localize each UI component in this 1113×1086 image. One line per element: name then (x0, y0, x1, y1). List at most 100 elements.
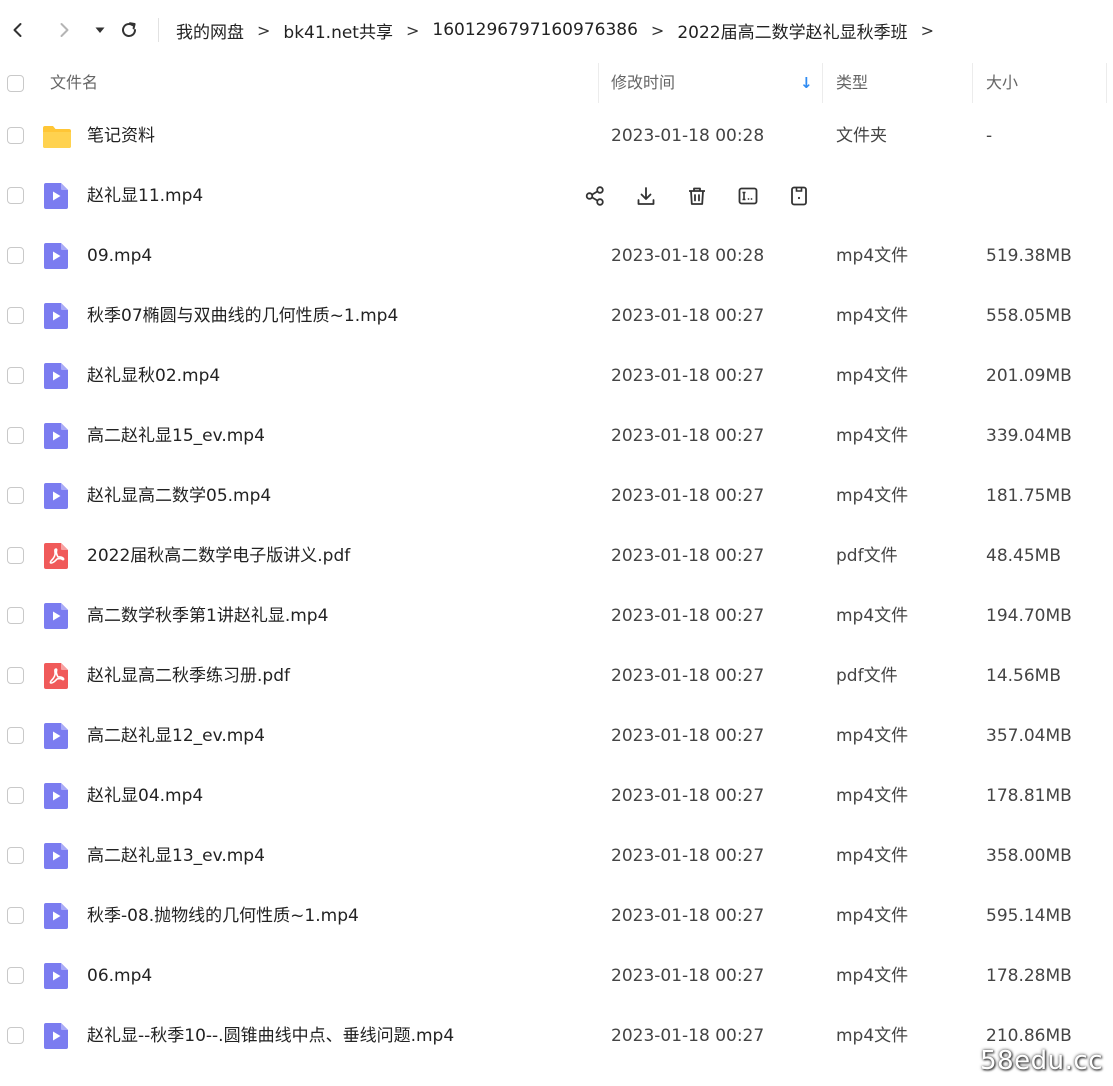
file-type: mp4文件 (836, 306, 909, 326)
row-checkbox[interactable] (7, 367, 24, 384)
column-header-name[interactable]: 文件名 (50, 60, 98, 106)
file-name[interactable]: 赵礼显--秋季10--.圆锥曲线中点、垂线问题.mp4 (87, 1006, 454, 1066)
history-dropdown-button[interactable] (84, 14, 116, 46)
video-file-icon (42, 302, 72, 330)
nav-divider (158, 18, 159, 42)
more-button[interactable] (786, 183, 812, 209)
row-checkbox[interactable] (7, 1027, 24, 1044)
pdf-file-icon (42, 662, 72, 690)
refresh-button[interactable] (113, 14, 145, 46)
rename-button[interactable] (735, 183, 761, 209)
file-row[interactable]: 06.mp4 2023-01-18 00:27 mp4文件 178.28MB (0, 946, 1113, 1006)
row-checkbox[interactable] (7, 547, 24, 564)
file-modified-time: 2023-01-18 00:27 (611, 846, 765, 866)
file-name[interactable]: 赵礼显04.mp4 (87, 766, 203, 826)
file-row[interactable]: 赵礼显--秋季10--.圆锥曲线中点、垂线问题.mp4 2023-01-18 00… (0, 1006, 1113, 1066)
file-name[interactable]: 赵礼显高二秋季练习册.pdf (87, 646, 290, 706)
row-checkbox[interactable] (7, 187, 24, 204)
select-all-checkbox[interactable] (7, 75, 24, 92)
column-divider (972, 63, 973, 103)
file-row[interactable]: 高二赵礼显15_ev.mp4 2023-01-18 00:27 mp4文件 339.0… (0, 406, 1113, 466)
row-checkbox[interactable] (7, 427, 24, 444)
file-name[interactable]: 赵礼显11.mp4 (87, 166, 203, 226)
file-row[interactable]: 赵礼显04.mp4 2023-01-18 00:27 mp4文件 178.81MB (0, 766, 1113, 826)
file-name[interactable]: 高二赵礼显15_ev.mp4 (87, 406, 265, 466)
file-row[interactable]: 赵礼显11.mp4 (0, 166, 1113, 226)
file-row[interactable]: 高二赵礼显13_ev.mp4 2023-01-18 00:27 mp4文件 358.0… (0, 826, 1113, 886)
file-name[interactable]: 秋季07椭圆与双曲线的几何性质~1.mp4 (87, 286, 398, 346)
file-modified-time: 2023-01-18 00:28 (611, 246, 765, 266)
row-checkbox[interactable] (7, 307, 24, 324)
file-size: 595.14MB (986, 906, 1072, 926)
share-button[interactable] (582, 183, 608, 209)
file-row[interactable]: 高二赵礼显12_ev.mp4 2023-01-18 00:27 mp4文件 357.0… (0, 706, 1113, 766)
column-header-modified[interactable]: 修改时间 (611, 60, 675, 106)
breadcrumb-separator: > (920, 20, 934, 40)
column-header-type[interactable]: 类型 (836, 60, 868, 106)
file-type: 文件夹 (836, 126, 887, 146)
video-file-icon (42, 242, 72, 270)
file-size: 14.56MB (986, 666, 1061, 686)
file-size: 339.04MB (986, 426, 1072, 446)
file-name[interactable]: 笔记资料 (87, 106, 155, 166)
delete-button[interactable] (684, 183, 710, 209)
forward-button[interactable] (48, 14, 80, 46)
more-icon (788, 185, 810, 207)
file-modified-time: 2023-01-18 00:27 (611, 366, 765, 386)
caret-down-icon (95, 27, 105, 33)
file-row[interactable]: 09.mp4 2023-01-18 00:28 mp4文件 519.38MB (0, 226, 1113, 286)
file-name[interactable]: 06.mp4 (87, 946, 152, 1006)
file-type: pdf文件 (836, 546, 898, 566)
file-name[interactable]: 2022届秋高二数学电子版讲义.pdf (87, 526, 350, 586)
video-file-icon (42, 962, 72, 990)
file-size: 201.09MB (986, 366, 1072, 386)
file-row[interactable]: 2022届秋高二数学电子版讲义.pdf 2023-01-18 00:27 pdf文件… (0, 526, 1113, 586)
file-type: mp4文件 (836, 786, 909, 806)
sort-desc-icon[interactable]: ↓ (800, 60, 813, 106)
file-name[interactable]: 赵礼显高二数学05.mp4 (87, 466, 271, 526)
file-modified-time: 2023-01-18 00:27 (611, 486, 765, 506)
file-name[interactable]: 赵礼显秋02.mp4 (87, 346, 220, 406)
file-type: mp4文件 (836, 966, 909, 986)
column-header-size[interactable]: 大小 (986, 60, 1018, 106)
file-row[interactable]: 高二数学秋季第1讲赵礼显.mp4 2023-01-18 00:27 mp4文件 194… (0, 586, 1113, 646)
row-checkbox[interactable] (7, 787, 24, 804)
file-size: 194.70MB (986, 606, 1072, 626)
folder-icon (42, 122, 72, 150)
video-file-icon (42, 1022, 72, 1050)
breadcrumb-item[interactable]: 1601296797160976386 (432, 20, 638, 40)
row-checkbox[interactable] (7, 247, 24, 264)
file-type: mp4文件 (836, 846, 909, 866)
row-checkbox[interactable] (7, 967, 24, 984)
breadcrumb-item[interactable]: 我的网盘 (176, 18, 244, 43)
file-name[interactable]: 高二赵礼显13_ev.mp4 (87, 826, 265, 886)
file-name[interactable]: 高二赵礼显12_ev.mp4 (87, 706, 265, 766)
file-modified-time: 2023-01-18 00:27 (611, 786, 765, 806)
file-row[interactable]: 秋季07椭圆与双曲线的几何性质~1.mp4 2023-01-18 00:27 mp4… (0, 286, 1113, 346)
row-checkbox[interactable] (7, 487, 24, 504)
breadcrumb-item-current[interactable]: 2022届高二数学赵礼显秋季班 (677, 18, 907, 43)
download-button[interactable] (633, 183, 659, 209)
video-file-icon (42, 902, 72, 930)
file-type: mp4文件 (836, 426, 909, 446)
breadcrumb-item[interactable]: bk41.net共享 (283, 18, 393, 43)
file-row[interactable]: 赵礼显高二数学05.mp4 2023-01-18 00:27 mp4文件 181.75… (0, 466, 1113, 526)
file-row[interactable]: 秋季-08.抛物线的几何性质~1.mp4 2023-01-18 00:27 mp4文… (0, 886, 1113, 946)
file-row[interactable]: 笔记资料 2023-01-18 00:28 文件夹 - (0, 106, 1113, 166)
file-name[interactable]: 高二数学秋季第1讲赵礼显.mp4 (87, 586, 328, 646)
back-button[interactable] (2, 14, 34, 46)
row-checkbox[interactable] (7, 607, 24, 624)
row-checkbox[interactable] (7, 847, 24, 864)
row-checkbox[interactable] (7, 667, 24, 684)
row-checkbox[interactable] (7, 727, 24, 744)
video-file-icon (42, 422, 72, 450)
file-name[interactable]: 秋季-08.抛物线的几何性质~1.mp4 (87, 886, 359, 946)
video-file-icon (42, 722, 72, 750)
file-modified-time: 2023-01-18 00:27 (611, 1026, 765, 1046)
row-checkbox[interactable] (7, 127, 24, 144)
watermark: 58edu.cc (980, 1046, 1103, 1076)
file-row[interactable]: 赵礼显高二秋季练习册.pdf 2023-01-18 00:27 pdf文件 14.56… (0, 646, 1113, 706)
row-checkbox[interactable] (7, 907, 24, 924)
file-row[interactable]: 赵礼显秋02.mp4 2023-01-18 00:27 mp4文件 201.09MB (0, 346, 1113, 406)
file-name[interactable]: 09.mp4 (87, 226, 152, 286)
